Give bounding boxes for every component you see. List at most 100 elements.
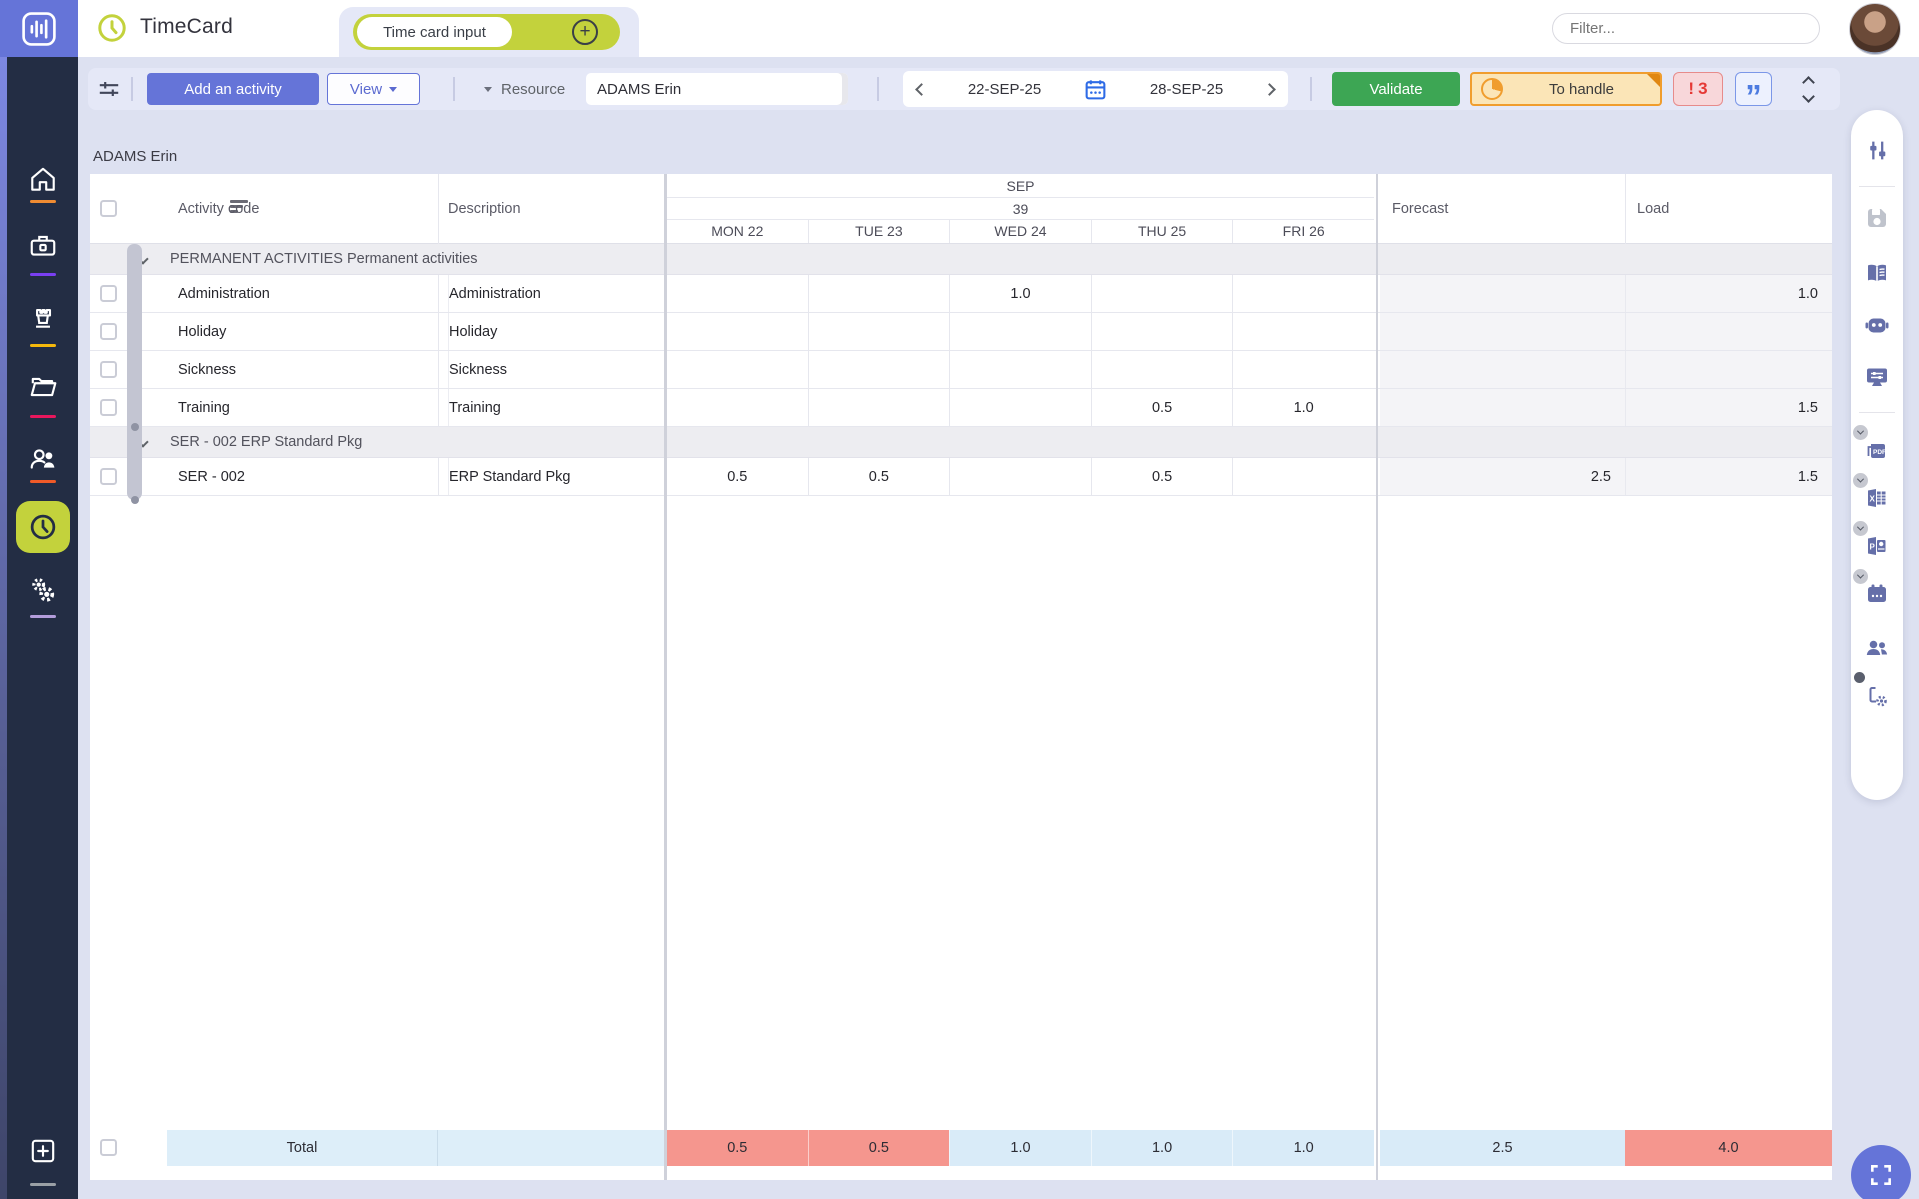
documentation-button[interactable] [1857,253,1897,293]
row-checkbox[interactable] [100,399,117,416]
day-header[interactable]: TUE 23 [808,220,950,243]
day-value-cell[interactable] [1232,458,1374,495]
expand-collapse-button[interactable] [1793,72,1823,106]
user-avatar[interactable] [1849,3,1901,55]
toolbar-settings-button[interactable] [96,68,122,110]
row-checkbox[interactable] [100,361,117,378]
column-header-description[interactable]: Description [448,174,521,244]
export-pdf-button[interactable]: PDF [1857,430,1897,470]
sidebar-item-timecard-active[interactable] [16,501,70,553]
app-logo[interactable] [0,0,78,57]
row-checkbox[interactable] [100,468,117,485]
row-drag-scrollbar[interactable] [127,244,142,500]
select-all-checkbox[interactable] [100,200,117,217]
resource-selector[interactable]: Resource [484,68,565,110]
day-value-cell[interactable] [1091,351,1233,388]
column-header-forecast[interactable]: Forecast [1392,174,1448,244]
description-cell[interactable]: Administration [448,275,664,312]
day-value-cell[interactable] [1232,275,1374,312]
description-cell[interactable]: Sickness [448,351,664,388]
team-view-button[interactable] [1857,628,1897,668]
activity-code-cell[interactable]: SER - 002 [178,458,436,495]
group-row-ser-002[interactable]: SER - 002 ERP Standard Pkg [90,427,1832,458]
day-value-cell[interactable] [949,351,1091,388]
date-from[interactable]: 22-SEP-25 [968,81,1041,98]
day-header[interactable]: WED 24 [949,220,1091,243]
save-button[interactable] [1857,198,1897,238]
add-activity-button[interactable]: Add an activity [147,73,319,105]
day-value-cell[interactable] [808,313,950,350]
activity-code-cell[interactable]: Administration [178,275,436,312]
day-value-cell[interactable] [667,351,808,388]
day-value-cell[interactable] [949,458,1091,495]
day-header[interactable]: FRI 26 [1232,220,1374,243]
day-value-cell[interactable]: 0.5 [667,458,808,495]
sidebar-item-add[interactable] [21,1129,65,1173]
description-cell[interactable]: Holiday [448,313,664,350]
to-handle-badge[interactable]: To handle [1470,72,1662,106]
day-value-cell[interactable] [808,389,950,426]
add-tab-icon[interactable]: + [572,19,598,45]
filter-input[interactable] [1552,13,1820,44]
day-value-cell[interactable]: 1.0 [1232,389,1374,426]
day-value-cell[interactable] [808,275,950,312]
group-row-permanent-activities[interactable]: PERMANENT ACTIVITIES Permanent activitie… [90,244,1832,275]
sidebar-item-folders[interactable] [21,365,65,409]
day-header[interactable]: THU 25 [1091,220,1233,243]
day-value-cell[interactable]: 0.5 [1091,458,1233,495]
tab-time-card-input[interactable]: Time card input + [339,7,639,57]
fullscreen-button[interactable] [1851,1145,1911,1199]
sidebar-item-home[interactable] [21,157,65,201]
view-dropdown-button[interactable]: View [327,73,420,105]
tab-label[interactable]: Time card input [357,17,512,47]
export-calendar-button[interactable] [1857,574,1897,614]
resource-value-field[interactable]: ADAMS Erin [586,73,848,105]
description-cell[interactable]: Training [448,389,664,426]
chevron-badge-icon[interactable] [1853,425,1868,440]
chevron-badge-icon[interactable] [1853,521,1868,536]
day-value-cell[interactable] [949,389,1091,426]
activity-code-cell[interactable]: Training [178,389,436,426]
day-value-cell[interactable] [1232,313,1374,350]
assistant-button[interactable] [1857,306,1897,346]
day-value-cell[interactable]: 0.5 [808,458,950,495]
display-settings-button[interactable] [1857,130,1897,170]
display-options-button[interactable] [1857,357,1897,397]
day-value-cell[interactable]: 0.5 [1091,389,1233,426]
calendar-icon[interactable] [1083,77,1108,102]
row-checkbox[interactable] [100,285,117,302]
row-checkbox[interactable] [100,323,117,340]
comments-badge[interactable]: ” [1735,72,1772,106]
day-value-cell[interactable]: 1.0 [949,275,1091,312]
description-cell[interactable]: ERP Standard Pkg [448,458,664,495]
day-header[interactable]: MON 22 [667,220,808,243]
day-value-cell[interactable] [667,313,808,350]
error-count-badge[interactable]: ! 3 [1673,72,1723,106]
chevron-badge-icon[interactable] [1853,569,1868,584]
activity-code-cell[interactable]: Sickness [178,351,436,388]
column-header-activity-code[interactable]: Activity code [178,174,259,244]
sidebar-item-projects[interactable] [21,294,65,338]
export-excel-button[interactable]: X [1857,478,1897,518]
day-value-cell[interactable] [1091,275,1233,312]
day-value-cell[interactable] [808,351,950,388]
sidebar-item-resources[interactable] [21,437,65,481]
next-week-button[interactable] [1263,83,1276,96]
date-to[interactable]: 28-SEP-25 [1150,81,1223,98]
workflow-settings-button[interactable] [1857,676,1897,716]
total-row-checkbox[interactable] [100,1139,117,1156]
previous-week-button[interactable] [915,83,928,96]
day-value-cell[interactable] [667,389,808,426]
sidebar-item-settings[interactable] [21,568,65,612]
folded-corner [1647,74,1660,87]
day-value-cell[interactable] [667,275,808,312]
activity-code-cell[interactable]: Holiday [178,313,436,350]
day-value-cell[interactable] [1232,351,1374,388]
chevron-badge-icon[interactable] [1853,473,1868,488]
export-powerpoint-button[interactable]: P [1857,526,1897,566]
day-value-cell[interactable] [949,313,1091,350]
column-header-load[interactable]: Load [1637,174,1669,244]
sidebar-item-work[interactable] [21,224,65,268]
validate-button[interactable]: Validate [1332,72,1460,106]
day-value-cell[interactable] [1091,313,1233,350]
